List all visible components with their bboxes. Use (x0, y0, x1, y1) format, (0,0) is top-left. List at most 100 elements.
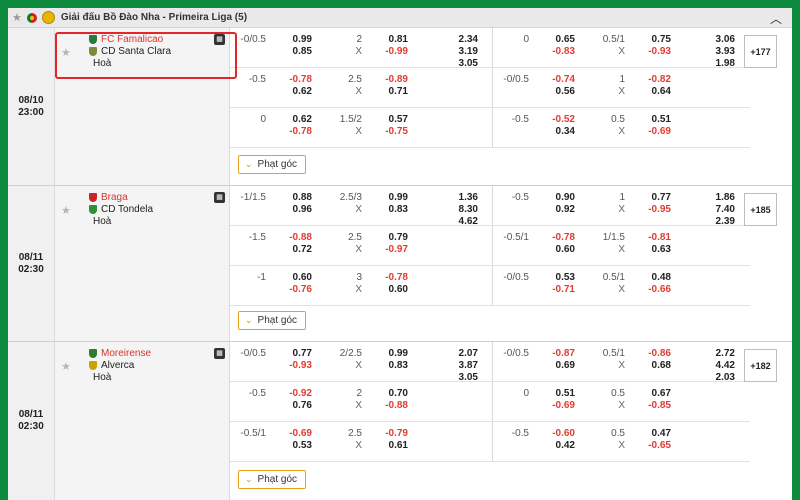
handicap-away-odds[interactable]: 0.76 (274, 400, 312, 412)
handicap-home-odds[interactable]: -0.92 (274, 388, 312, 400)
under-odds[interactable]: -0.66 (633, 284, 671, 296)
over-odds[interactable]: 0.81 (370, 34, 408, 46)
handicap-home-odds[interactable]: 0.90 (537, 192, 575, 204)
corner-toggle-button[interactable]: ⌄ Phạt góc (238, 155, 307, 174)
under-odds[interactable]: 0.71 (370, 86, 408, 98)
under-odds[interactable]: -0.95 (633, 204, 671, 216)
moneyline-home-odds[interactable]: 1.36 (436, 192, 478, 204)
moneyline-away-odds[interactable]: 3.87 (436, 360, 478, 372)
handicap-away-odds[interactable]: -0.71 (537, 284, 575, 296)
over-odds[interactable]: 0.99 (370, 348, 408, 360)
handicap-home-odds[interactable]: -0.78 (274, 74, 312, 86)
over-odds[interactable]: 0.99 (370, 192, 408, 204)
handicap-home-odds[interactable]: -0.69 (274, 428, 312, 440)
moneyline-away-odds[interactable]: 4.42 (693, 360, 735, 372)
under-odds[interactable]: -0.65 (633, 440, 671, 452)
under-odds[interactable]: -0.93 (633, 46, 671, 58)
league-header[interactable]: ★ Giải đấu Bồ Đào Nha - Primeira Liga (5… (8, 8, 792, 28)
handicap-home-odds[interactable]: -0.74 (537, 74, 575, 86)
chevron-up-icon[interactable]: ︿ (770, 10, 782, 27)
under-odds[interactable]: 0.83 (370, 204, 408, 216)
moneyline-home-odds[interactable]: 2.07 (436, 348, 478, 360)
over-odds[interactable]: 0.57 (370, 114, 408, 126)
handicap-away-odds[interactable]: -0.83 (537, 46, 575, 58)
over-odds[interactable]: -0.78 (370, 272, 408, 284)
handicap-away-odds[interactable]: 0.69 (537, 360, 575, 372)
handicap-home-odds[interactable]: 0.51 (537, 388, 575, 400)
moneyline-home-odds[interactable]: 1.86 (693, 192, 735, 204)
handicap-home-odds[interactable]: 0.65 (537, 34, 575, 46)
over-odds[interactable]: -0.81 (633, 232, 671, 244)
handicap-away-odds[interactable]: -0.76 (274, 284, 312, 296)
star-icon[interactable]: ★ (12, 11, 22, 24)
handicap-home-odds[interactable]: -0.87 (537, 348, 575, 360)
over-odds[interactable]: 0.51 (633, 114, 671, 126)
under-odds[interactable]: -0.85 (633, 400, 671, 412)
handicap-home-odds[interactable]: 0.88 (274, 192, 312, 204)
more-markets-button[interactable]: +177 (744, 35, 777, 68)
under-odds[interactable]: -0.69 (633, 126, 671, 138)
under-odds[interactable]: -0.97 (370, 244, 408, 256)
corner-toggle-button[interactable]: ⌄ Phạt góc (238, 470, 307, 489)
stats-icon[interactable]: ▦ (214, 348, 225, 359)
handicap-home-odds[interactable]: -0.88 (274, 232, 312, 244)
under-odds[interactable]: 0.68 (633, 360, 671, 372)
under-odds[interactable]: 0.83 (370, 360, 408, 372)
handicap-away-odds[interactable]: 0.62 (274, 86, 312, 98)
handicap-away-odds[interactable]: -0.78 (274, 126, 312, 138)
over-odds[interactable]: 0.75 (633, 34, 671, 46)
away-team[interactable]: CD Tondela (89, 204, 153, 215)
handicap-away-odds[interactable]: 0.53 (274, 440, 312, 452)
moneyline-away-odds[interactable]: 8.30 (436, 204, 478, 216)
handicap-home-odds[interactable]: -0.78 (537, 232, 575, 244)
under-odds[interactable]: 0.63 (633, 244, 671, 256)
handicap-home-odds[interactable]: 0.99 (274, 34, 312, 46)
over-odds[interactable]: -0.89 (370, 74, 408, 86)
handicap-home-odds[interactable]: -0.60 (537, 428, 575, 440)
moneyline-home-odds[interactable]: 2.34 (436, 34, 478, 46)
over-odds[interactable]: 0.77 (633, 192, 671, 204)
handicap-home-odds[interactable]: -0.52 (537, 114, 575, 126)
home-team[interactable]: Braga (89, 192, 128, 203)
under-odds[interactable]: -0.99 (370, 46, 408, 58)
more-markets-button[interactable]: +182 (744, 349, 777, 382)
over-odds[interactable]: -0.82 (633, 74, 671, 86)
favorite-star-icon[interactable]: ★ (61, 204, 71, 217)
handicap-away-odds[interactable]: -0.69 (537, 400, 575, 412)
over-odds[interactable]: 0.47 (633, 428, 671, 440)
corner-toggle-button[interactable]: ⌄ Phạt góc (238, 311, 307, 330)
under-odds[interactable]: -0.88 (370, 400, 408, 412)
handicap-away-odds[interactable]: 0.72 (274, 244, 312, 256)
over-odds[interactable]: -0.79 (370, 428, 408, 440)
under-odds[interactable]: 0.64 (633, 86, 671, 98)
handicap-away-odds[interactable]: 0.42 (537, 440, 575, 452)
moneyline-away-odds[interactable]: 7.40 (693, 204, 735, 216)
handicap-away-odds[interactable]: 0.34 (537, 126, 575, 138)
handicap-away-odds[interactable]: 0.85 (274, 46, 312, 58)
under-odds[interactable]: 0.61 (370, 440, 408, 452)
more-markets-button[interactable]: +185 (744, 193, 777, 226)
handicap-away-odds[interactable]: -0.93 (274, 360, 312, 372)
moneyline-home-odds[interactable]: 3.06 (693, 34, 735, 46)
over-odds[interactable]: 0.79 (370, 232, 408, 244)
moneyline-away-odds[interactable]: 3.93 (693, 46, 735, 58)
moneyline-away-odds[interactable]: 3.19 (436, 46, 478, 58)
over-odds[interactable]: -0.86 (633, 348, 671, 360)
handicap-home-odds[interactable]: 0.53 (537, 272, 575, 284)
stats-icon[interactable]: ▦ (214, 192, 225, 203)
handicap-away-odds[interactable]: 0.92 (537, 204, 575, 216)
favorite-star-icon[interactable]: ★ (61, 360, 71, 373)
handicap-home-odds[interactable]: 0.62 (274, 114, 312, 126)
away-team[interactable]: Alverca (89, 360, 134, 371)
handicap-away-odds[interactable]: 0.56 (537, 86, 575, 98)
handicap-away-odds[interactable]: 0.96 (274, 204, 312, 216)
over-odds[interactable]: 0.67 (633, 388, 671, 400)
handicap-away-odds[interactable]: 0.60 (537, 244, 575, 256)
handicap-home-odds[interactable]: 0.77 (274, 348, 312, 360)
over-odds[interactable]: 0.48 (633, 272, 671, 284)
under-odds[interactable]: 0.60 (370, 284, 408, 296)
handicap-home-odds[interactable]: 0.60 (274, 272, 312, 284)
home-team[interactable]: Moreirense (89, 348, 151, 359)
moneyline-home-odds[interactable]: 2.72 (693, 348, 735, 360)
under-odds[interactable]: -0.75 (370, 126, 408, 138)
